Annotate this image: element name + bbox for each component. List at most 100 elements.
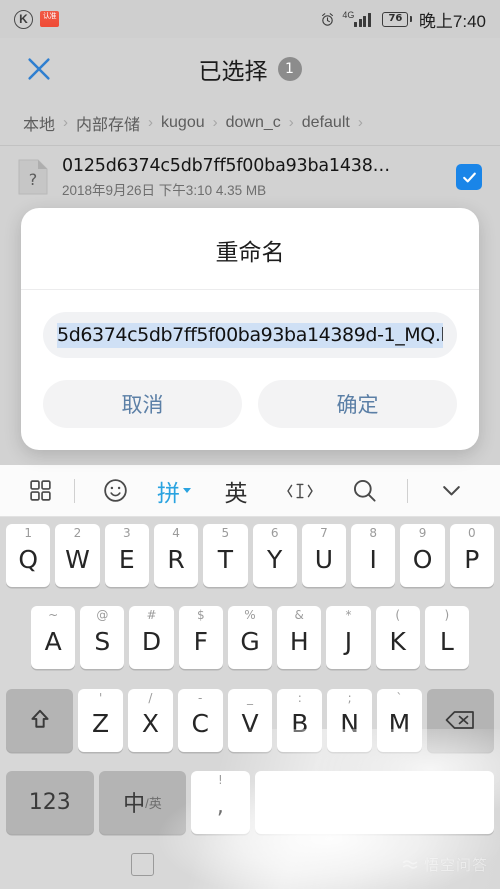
key-hint: &: [294, 608, 304, 623]
key-x[interactable]: / X: [128, 688, 173, 752]
dialog-actions: 取消 确定: [21, 358, 479, 434]
breadcrumb-item-down-c[interactable]: down_c: [221, 114, 286, 132]
system-nav-bar: 悟空问答: [0, 840, 500, 889]
key-d[interactable]: # D: [129, 606, 174, 670]
key-t[interactable]: 5T: [203, 524, 248, 587]
dialog-input-wrapper: 5d6374c5db7ff5f00ba93ba14389d-1_MQ.k: [21, 290, 479, 358]
confirm-button[interactable]: 确定: [258, 380, 457, 428]
status-bar-left-icons: K 认准: [14, 9, 59, 29]
key-label: D: [141, 626, 162, 656]
chevron-down-icon: [183, 488, 191, 493]
key-g[interactable]: % G: [227, 606, 273, 670]
shift-key[interactable]: [6, 688, 74, 752]
key-j[interactable]: * J: [326, 606, 371, 670]
english-mode-label: 英: [224, 479, 248, 506]
breadcrumb-item-default[interactable]: default: [297, 114, 355, 132]
key-e[interactable]: 3E: [104, 524, 149, 587]
kugou-app-icon: K: [14, 9, 33, 29]
key-b[interactable]: :B: [277, 688, 323, 752]
key-hint: @: [96, 608, 109, 623]
key-f[interactable]: $ F: [178, 606, 223, 670]
key-hint: ~: [48, 608, 59, 623]
key-hint: #: [146, 608, 157, 623]
emoji-button[interactable]: [87, 465, 143, 517]
key-label: U: [314, 544, 334, 574]
numeric-mode-key[interactable]: 123: [6, 770, 94, 834]
table-row[interactable]: ? 0125d6374c5db7ff5f00ba93ba1438… 2018年9…: [0, 146, 500, 208]
key-hint: 2: [73, 526, 82, 540]
pinyin-mode-button[interactable]: 拼: [143, 465, 205, 517]
key-u[interactable]: 7U: [301, 524, 347, 587]
backspace-key[interactable]: [426, 688, 494, 752]
file-info: 0125d6374c5db7ff5f00ba93ba1438… 2018年9月2…: [62, 156, 442, 199]
keyboard-row-3: ' Z / X -C _ V :B ; N ` M: [3, 688, 497, 752]
key-label: J: [344, 626, 353, 656]
key-hint: ': [98, 690, 103, 705]
key-label: ,: [216, 794, 224, 820]
breadcrumb-item-local[interactable]: 本地: [18, 111, 60, 135]
signal-bars-icon: 4G: [342, 9, 375, 27]
recents-icon[interactable]: [131, 853, 154, 876]
smiley-icon: [103, 479, 127, 502]
phone-screen: K 认准 4G 76 晚上7:40 已选择 1 本地 › 内部存储 › kugo…: [0, 0, 500, 889]
dialog-title: 重命名: [21, 208, 479, 290]
watermark-logo-icon: [402, 860, 418, 869]
english-mode-button[interactable]: 英: [205, 465, 267, 517]
key-hint: 3: [122, 526, 131, 540]
hide-keyboard-button[interactable]: [420, 465, 482, 517]
key-label: V: [241, 709, 259, 739]
space-key[interactable]: [254, 770, 494, 834]
key-hint: 5: [221, 526, 230, 540]
key-p[interactable]: 0P: [449, 524, 494, 587]
key-w[interactable]: 2W: [55, 524, 100, 587]
key-label: R: [167, 544, 185, 574]
key-hint: ;: [347, 690, 352, 705]
key-label: C: [191, 709, 209, 739]
breadcrumb-item-kugou[interactable]: kugou: [156, 114, 210, 132]
key-s[interactable]: @ S: [80, 606, 125, 670]
key-v[interactable]: _ V: [227, 688, 273, 752]
key-o[interactable]: 9O: [400, 524, 445, 587]
breadcrumb-item-internal-storage[interactable]: 内部存储: [71, 111, 145, 135]
key-l[interactable]: ) L: [424, 606, 469, 670]
battery-icon: 76: [382, 11, 412, 27]
key-label: H: [289, 626, 309, 656]
selected-count-badge: 1: [277, 57, 302, 81]
close-button[interactable]: [22, 52, 56, 86]
chevron-down-icon: [442, 486, 460, 496]
key-h[interactable]: & H: [277, 606, 322, 670]
file-select-checkbox[interactable]: [456, 164, 482, 190]
keyboard-layouts-icon[interactable]: [18, 465, 62, 517]
key-hint: 0: [468, 526, 476, 540]
battery-level-label: 76: [382, 11, 409, 27]
network-type-label: 4G: [342, 9, 355, 20]
keyboard-toolbar: 拼 英: [0, 465, 500, 517]
key-z[interactable]: ' Z: [78, 688, 123, 752]
key-c[interactable]: -C: [177, 688, 223, 752]
punctuation-key[interactable]: ! ,: [191, 770, 250, 834]
keyboard-search-button[interactable]: [333, 465, 395, 517]
key-hint: 1: [24, 526, 32, 540]
key-i[interactable]: 8I: [351, 524, 396, 587]
key-a[interactable]: ~ A: [31, 606, 76, 670]
key-q[interactable]: 1Q: [6, 524, 51, 587]
rename-input[interactable]: 5d6374c5db7ff5f00ba93ba14389d-1_MQ.k: [43, 312, 457, 358]
chevron-right-icon: ›: [212, 114, 218, 131]
cursor-move-button[interactable]: [267, 465, 333, 517]
key-label: 中: [123, 792, 146, 818]
key-hint: /: [148, 690, 153, 705]
cancel-button[interactable]: 取消: [43, 380, 242, 428]
key-hint: 6: [270, 526, 279, 540]
key-r[interactable]: 4R: [153, 524, 199, 587]
key-m[interactable]: ` M: [376, 688, 422, 752]
key-y[interactable]: 6Y: [252, 524, 297, 587]
key-label: W: [65, 544, 90, 574]
key-label: Y: [267, 544, 283, 574]
key-k[interactable]: (K: [375, 606, 420, 670]
text-cursor-icon: [287, 483, 313, 498]
language-toggle-key[interactable]: 中/英: [98, 770, 187, 834]
key-n[interactable]: ; N: [327, 688, 372, 752]
app-bar-center: 已选择 1: [0, 52, 500, 86]
chevron-right-icon: ›: [288, 114, 294, 131]
status-bar: K 认准 4G 76 晚上7:40: [0, 0, 500, 38]
